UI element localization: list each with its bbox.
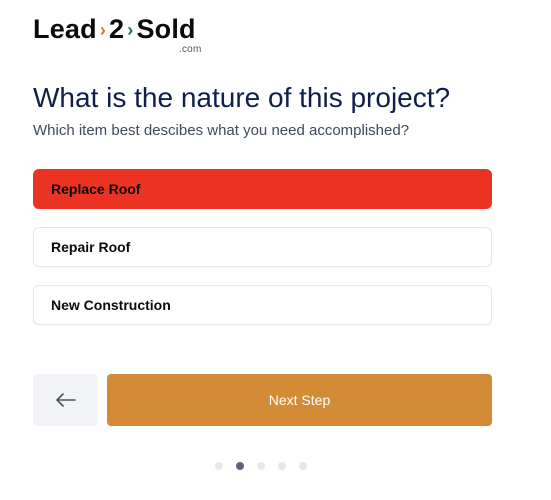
next-step-button[interactable]: Next Step — [107, 374, 492, 426]
step-dot-2 — [236, 462, 244, 470]
step-dot-5 — [299, 462, 307, 470]
option-label: Replace Roof — [51, 181, 141, 197]
brand-logo: Lead › 2 › Sold .com — [33, 12, 213, 56]
step-dot-3 — [257, 462, 265, 470]
step-dot-4 — [278, 462, 286, 470]
chevron-right-green-icon: › — [127, 20, 134, 40]
option-replace-roof[interactable]: Replace Roof — [33, 169, 492, 209]
option-repair-roof[interactable]: Repair Roof — [33, 227, 492, 267]
option-label: Repair Roof — [51, 239, 131, 255]
next-step-label: Next Step — [268, 392, 331, 408]
logo-wordmark: Lead › 2 › Sold — [33, 12, 213, 46]
logo-domain-suffix: .com — [179, 44, 202, 55]
back-button[interactable] — [33, 374, 98, 426]
step-progress-dots — [215, 462, 307, 470]
logo-word-2: 2 — [109, 13, 125, 44]
question-subtitle: Which item best descibes what you need a… — [33, 122, 410, 139]
chevron-right-orange-icon: › — [99, 20, 107, 40]
option-new-construction[interactable]: New Construction — [33, 285, 492, 325]
option-label: New Construction — [51, 297, 171, 313]
question-title: What is the nature of this project? — [33, 82, 451, 113]
answer-options: Replace Roof Repair Roof New Constructio… — [33, 169, 492, 343]
arrow-left-icon — [55, 393, 76, 407]
step-dot-1 — [215, 462, 223, 470]
logo-word-lead: Lead — [33, 13, 97, 44]
logo-word-sold: Sold — [136, 13, 196, 44]
